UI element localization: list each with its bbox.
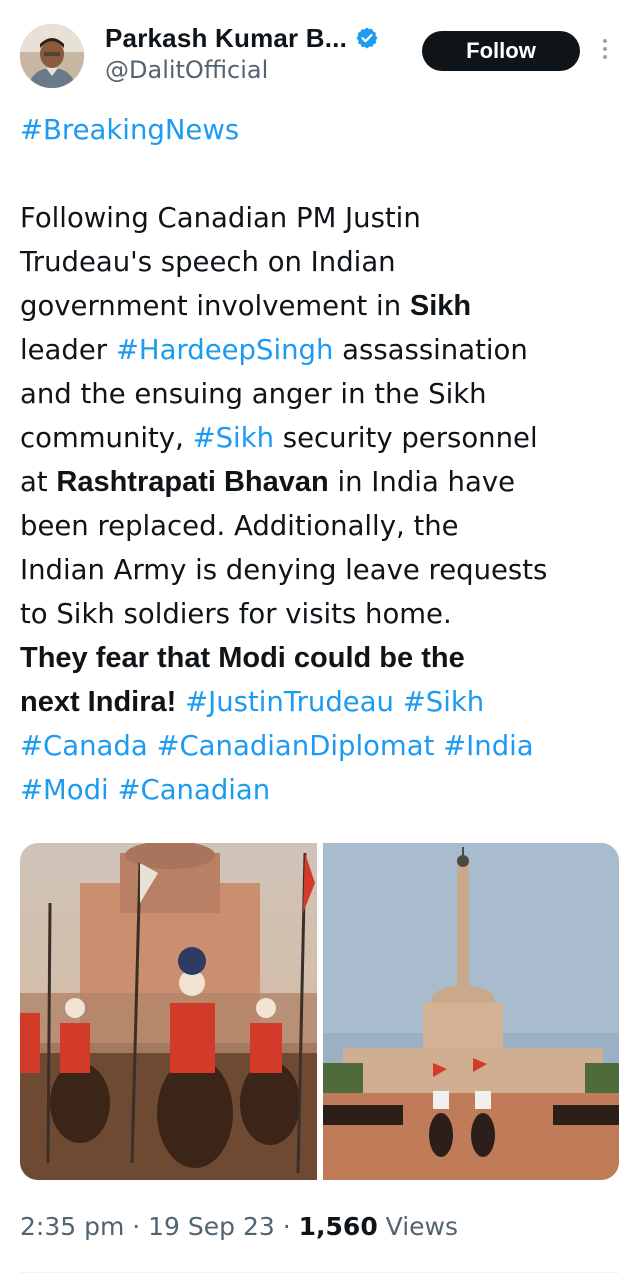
hashtag-link[interactable]: #Modi [20, 774, 109, 806]
views-label: Views [377, 1212, 459, 1241]
hashtag-link[interactable]: #Canada [20, 730, 148, 762]
tweet-line: #Modi #Canadian [20, 768, 620, 812]
tweet-meta: 2:35 pm · 19 Sep 23 · 1,560 Views [20, 1212, 458, 1241]
tweet-line: community, #Sikh security personnel [20, 416, 620, 460]
bold-text: next Indira! [20, 686, 177, 718]
hashtag-link[interactable]: #JustinTrudeau [185, 686, 394, 718]
hashtag-link[interactable]: #Sikh [403, 686, 485, 718]
views-count[interactable]: 1,560 [299, 1212, 378, 1241]
media-photo-guards[interactable] [20, 843, 317, 1180]
author-name-row[interactable]: Parkash Kumar B... [105, 22, 379, 54]
tweet-line: #BreakingNews [20, 108, 620, 152]
tweet-time[interactable]: 2:35 pm [20, 1212, 124, 1241]
bold-text: They fear that Modi could be the [20, 642, 465, 674]
text-segment: government involvement in [20, 290, 410, 322]
hashtag-link[interactable]: #BreakingNews [20, 114, 239, 146]
tweet-line: and the ensuing anger in the Sikh [20, 378, 487, 410]
meta-separator: · [124, 1212, 149, 1241]
text-segment: leader [20, 334, 116, 366]
tweet-header: Parkash Kumar B... @DalitOfficial Follow [0, 0, 639, 100]
bold-text: Sikh [409, 290, 472, 322]
tweet-line: leader #HardeepSingh assassination [20, 328, 620, 372]
tweet-line: #Canada #CanadianDiplomat #India [20, 724, 620, 768]
hashtag-link[interactable]: #Canadian [117, 774, 270, 806]
bold-text: Rashtrapati Bhavan [56, 466, 329, 498]
author-display-name[interactable]: Parkash Kumar B... [105, 23, 347, 54]
text-segment: at [20, 466, 57, 498]
tweet-line: Trudeau's speech on Indian [20, 246, 396, 278]
user-avatar[interactable] [20, 24, 84, 88]
text-segment: in India have [328, 466, 516, 498]
divider [20, 1272, 619, 1273]
follow-button[interactable]: Follow [422, 31, 580, 71]
hashtag-link[interactable]: #CanadianDiplomat [156, 730, 434, 762]
author-handle[interactable]: @DalitOfficial [105, 56, 268, 84]
tweet-line: to Sikh soldiers for visits home. [20, 598, 452, 630]
verified-badge-icon [356, 27, 378, 49]
text-segment: assassination [333, 334, 528, 366]
tweet-text: #BreakingNews Following Canadian PM Just… [20, 108, 620, 812]
tweet-line: Following Canadian PM Justin [20, 202, 421, 234]
hashtag-link[interactable]: #HardeepSingh [116, 334, 334, 366]
tweet-date[interactable]: 19 Sep 23 [148, 1212, 275, 1241]
vertical-ellipsis-icon[interactable] [596, 36, 614, 66]
text-segment: community, [20, 422, 193, 454]
media-photo-bhavan[interactable] [322, 843, 619, 1180]
meta-separator: · [274, 1212, 299, 1241]
text-segment: security personnel [274, 422, 538, 454]
hashtag-link[interactable]: #Sikh [193, 422, 275, 454]
hashtag-link[interactable]: #India [443, 730, 534, 762]
tweet-line: government involvement in Sikh [20, 284, 620, 328]
tweet-media [20, 843, 619, 1180]
tweet-line: next Indira! #JustinTrudeau #Sikh [20, 680, 620, 724]
tweet-line: Indian Army is denying leave requests [20, 554, 548, 586]
tweet-line: at Rashtrapati Bhavan in India have [20, 460, 620, 504]
tweet-line: been replaced. Additionally, the [20, 510, 459, 542]
